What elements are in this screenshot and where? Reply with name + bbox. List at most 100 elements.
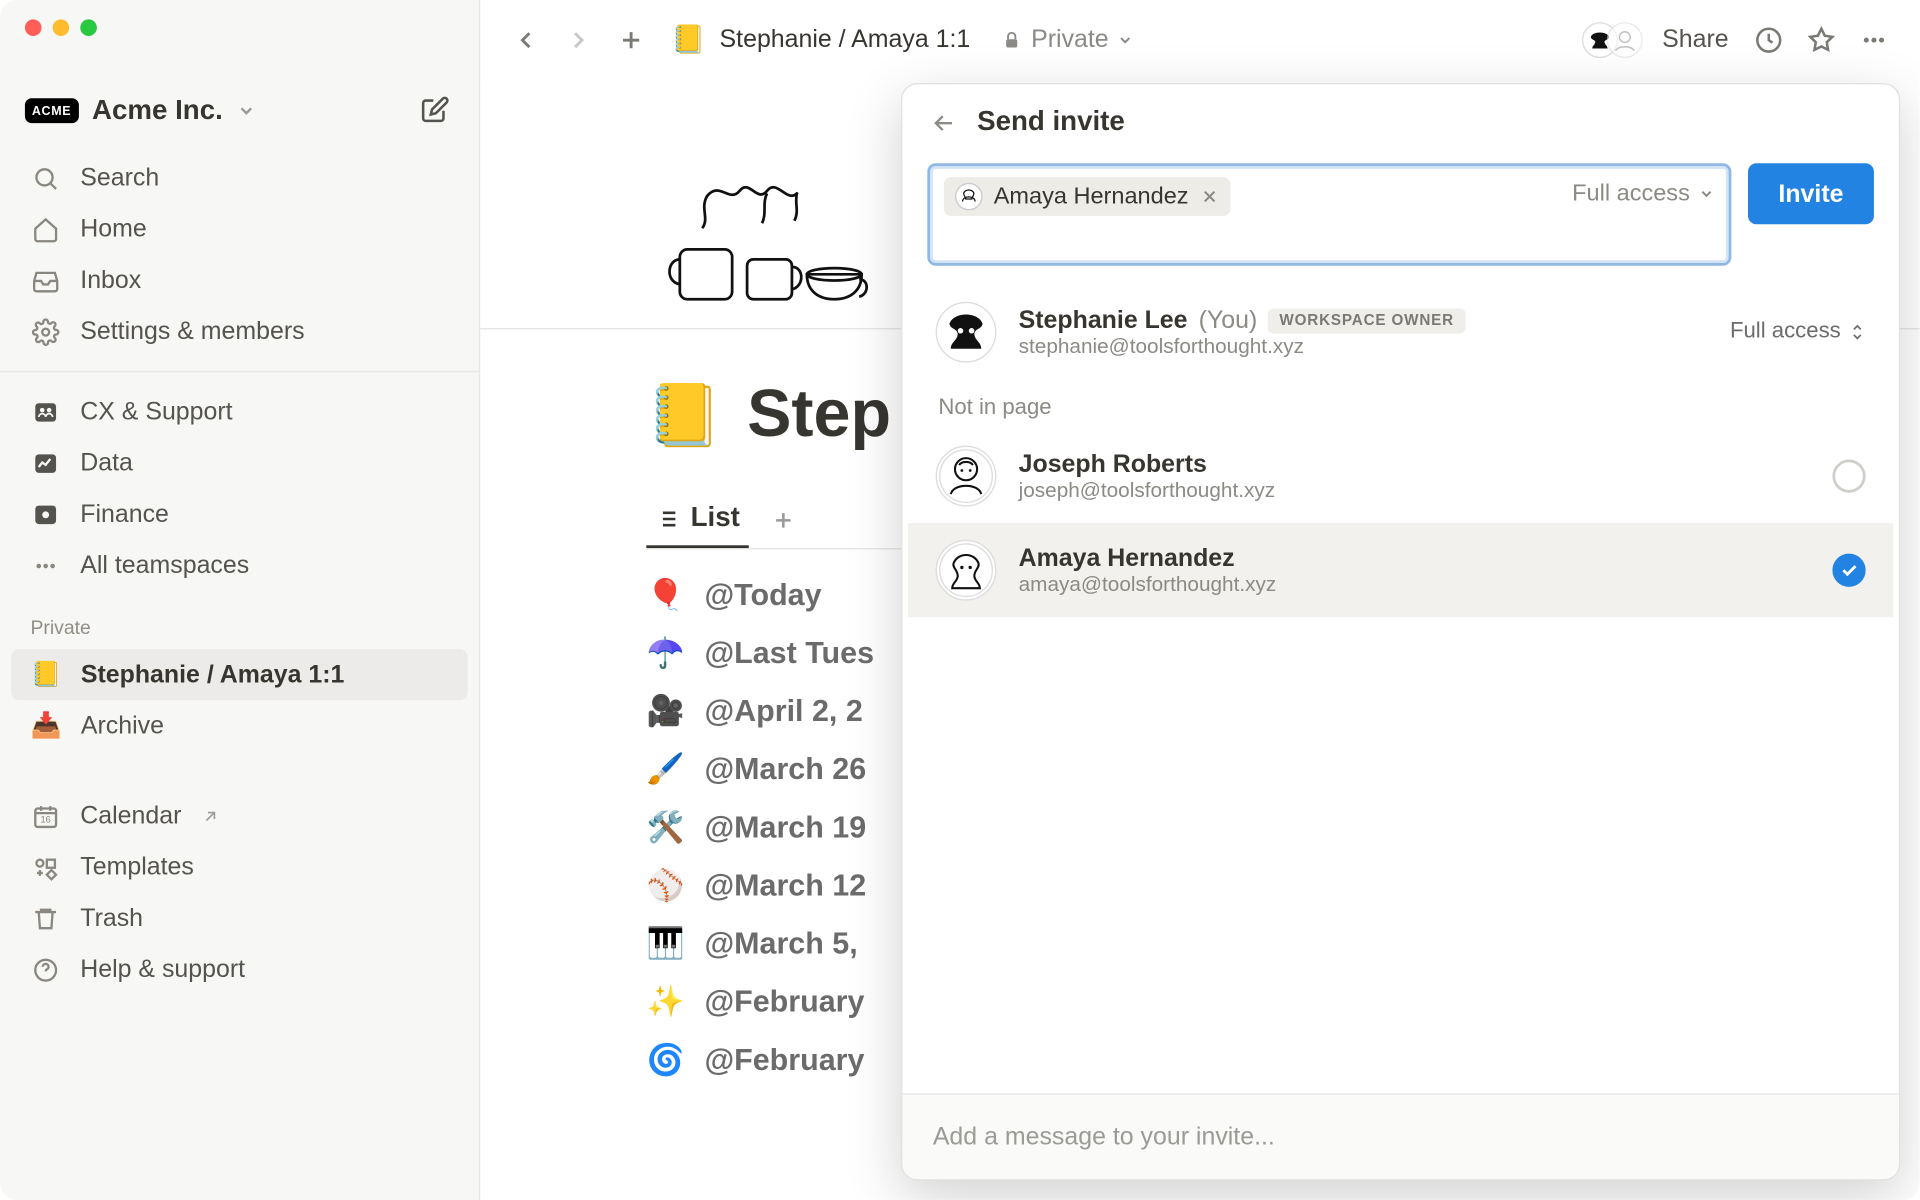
workspace-logo: ACME bbox=[25, 98, 78, 123]
teamspace-cx[interactable]: CX & Support bbox=[11, 386, 468, 437]
item-emoji-icon: 🎈 bbox=[646, 577, 685, 613]
invite-message-input[interactable]: Add a message to your invite... bbox=[902, 1093, 1898, 1179]
home-icon bbox=[30, 215, 60, 243]
dots-icon bbox=[30, 552, 60, 580]
user-email: stephanie@toolsforthought.xyz bbox=[1019, 335, 1465, 359]
permission-selector[interactable]: Full access bbox=[1572, 180, 1715, 208]
share-invite-popover: Send invite Amaya Hernandez Full access bbox=[901, 83, 1900, 1181]
favorite-button[interactable] bbox=[1801, 19, 1843, 61]
item-label: @February bbox=[704, 1042, 864, 1078]
sidebar-home[interactable]: Home bbox=[11, 203, 468, 254]
suggestion-row[interactable]: Joseph Robertsjoseph@toolsforthought.xyz bbox=[908, 429, 1893, 523]
view-tab-list[interactable]: List bbox=[646, 491, 748, 548]
page-title-emoji-icon: 📒 bbox=[646, 379, 722, 451]
gear-icon bbox=[30, 318, 60, 346]
breadcrumb[interactable]: 📒 Stephanie / Amaya 1:1 bbox=[663, 22, 979, 57]
sidebar-templates[interactable]: Templates bbox=[11, 841, 468, 892]
money-icon bbox=[30, 500, 60, 528]
sidebar-trash[interactable]: Trash bbox=[11, 893, 468, 944]
user-permission-selector[interactable]: Full access bbox=[1730, 320, 1866, 345]
checkbox-unchecked-icon bbox=[1832, 459, 1865, 492]
page-emoji-icon: 📒 bbox=[671, 22, 705, 57]
avatar bbox=[1607, 21, 1643, 57]
private-page-label: Archive bbox=[81, 711, 164, 740]
teamspace-all[interactable]: All teamspaces bbox=[11, 540, 468, 591]
invitee-chip[interactable]: Amaya Hernandez bbox=[944, 177, 1230, 216]
back-button[interactable] bbox=[930, 109, 958, 137]
people-icon bbox=[30, 398, 60, 426]
chip-name: Amaya Hernandez bbox=[994, 183, 1189, 211]
item-label: @Last Tues bbox=[704, 635, 874, 671]
workspace-name: Acme Inc. bbox=[92, 95, 223, 127]
sidebar-templates-label: Templates bbox=[80, 853, 194, 882]
teamspace-label: All teamspaces bbox=[80, 551, 249, 580]
chart-icon bbox=[30, 449, 60, 477]
page-title-text: Step bbox=[747, 376, 891, 452]
sidebar-search-label: Search bbox=[80, 163, 159, 192]
permission-label: Full access bbox=[1572, 180, 1690, 208]
role-badge: WORKSPACE OWNER bbox=[1268, 308, 1465, 333]
checkbox-checked-icon bbox=[1832, 554, 1865, 587]
teamspace-data[interactable]: Data bbox=[11, 437, 468, 488]
inbox-icon bbox=[30, 266, 60, 294]
avatar bbox=[936, 446, 997, 507]
suggestion-name: Joseph Roberts bbox=[1019, 450, 1207, 479]
private-page-archive[interactable]: 📥 Archive bbox=[11, 700, 468, 751]
external-icon bbox=[201, 806, 220, 825]
item-emoji-icon: ✨ bbox=[646, 984, 685, 1020]
chip-remove[interactable] bbox=[1200, 187, 1219, 206]
compose-button[interactable] bbox=[415, 91, 454, 130]
sidebar-help[interactable]: Help & support bbox=[11, 944, 468, 995]
new-tab[interactable] bbox=[610, 19, 652, 61]
item-emoji-icon: ☂️ bbox=[646, 635, 685, 671]
sidebar-trash-label: Trash bbox=[80, 904, 143, 933]
popover-title: Send invite bbox=[977, 107, 1125, 139]
window-traffic-lights[interactable] bbox=[25, 19, 97, 36]
sidebar-calendar[interactable]: 16 Calendar bbox=[11, 790, 468, 841]
item-emoji-icon: 🛠️ bbox=[646, 810, 685, 846]
page-emoji-icon: 📒 bbox=[30, 660, 61, 689]
nav-back[interactable] bbox=[505, 19, 547, 61]
you-label: (You) bbox=[1199, 306, 1258, 335]
item-label: @March 12 bbox=[704, 868, 866, 904]
item-label: @March 19 bbox=[704, 810, 866, 846]
templates-icon bbox=[30, 853, 60, 881]
page-emoji-icon: 📥 bbox=[30, 711, 61, 740]
sidebar: ACME Acme Inc. Search Home bbox=[0, 0, 480, 1200]
breadcrumb-title: Stephanie / Amaya 1:1 bbox=[720, 25, 971, 54]
close-window[interactable] bbox=[25, 19, 42, 36]
minimize-window[interactable] bbox=[53, 19, 70, 36]
sidebar-settings-label: Settings & members bbox=[80, 317, 304, 346]
search-icon bbox=[30, 164, 60, 192]
suggestions-section-label: Not in page bbox=[908, 379, 1893, 429]
item-label: @Today bbox=[704, 577, 821, 613]
invite-people-input[interactable]: Amaya Hernandez Full access bbox=[927, 163, 1731, 265]
workspace-switcher[interactable]: ACME Acme Inc. bbox=[25, 95, 256, 127]
teamspace-finance[interactable]: Finance bbox=[11, 489, 468, 540]
invite-button[interactable]: Invite bbox=[1748, 163, 1874, 224]
share-button[interactable]: Share bbox=[1654, 25, 1737, 54]
view-tab-label: List bbox=[691, 502, 740, 534]
maximize-window[interactable] bbox=[80, 19, 97, 36]
updates-button[interactable] bbox=[1748, 19, 1790, 61]
add-view[interactable] bbox=[762, 499, 804, 541]
private-page-current[interactable]: 📒 Stephanie / Amaya 1:1 bbox=[11, 649, 468, 700]
sidebar-inbox-label: Inbox bbox=[80, 266, 141, 295]
teamspace-label: Data bbox=[80, 448, 133, 477]
sidebar-help-label: Help & support bbox=[80, 955, 245, 984]
sidebar-calendar-label: Calendar bbox=[80, 801, 181, 830]
chevron-down-icon bbox=[1117, 31, 1134, 48]
avatar bbox=[955, 183, 983, 211]
suggestion-name: Amaya Hernandez bbox=[1019, 544, 1235, 573]
privacy-indicator[interactable]: Private bbox=[990, 25, 1145, 54]
sidebar-inbox[interactable]: Inbox bbox=[11, 255, 468, 306]
sidebar-settings[interactable]: Settings & members bbox=[11, 306, 468, 357]
more-button[interactable] bbox=[1853, 19, 1895, 61]
privacy-label: Private bbox=[1031, 25, 1109, 54]
item-emoji-icon: 🎹 bbox=[646, 926, 685, 962]
sidebar-search[interactable]: Search bbox=[11, 152, 468, 203]
suggestion-row[interactable]: Amaya Hernandezamaya@toolsforthought.xyz bbox=[908, 523, 1893, 617]
presence-avatars[interactable] bbox=[1582, 21, 1643, 57]
nav-forward[interactable] bbox=[558, 19, 600, 61]
user-name: Stephanie Lee bbox=[1019, 306, 1188, 335]
